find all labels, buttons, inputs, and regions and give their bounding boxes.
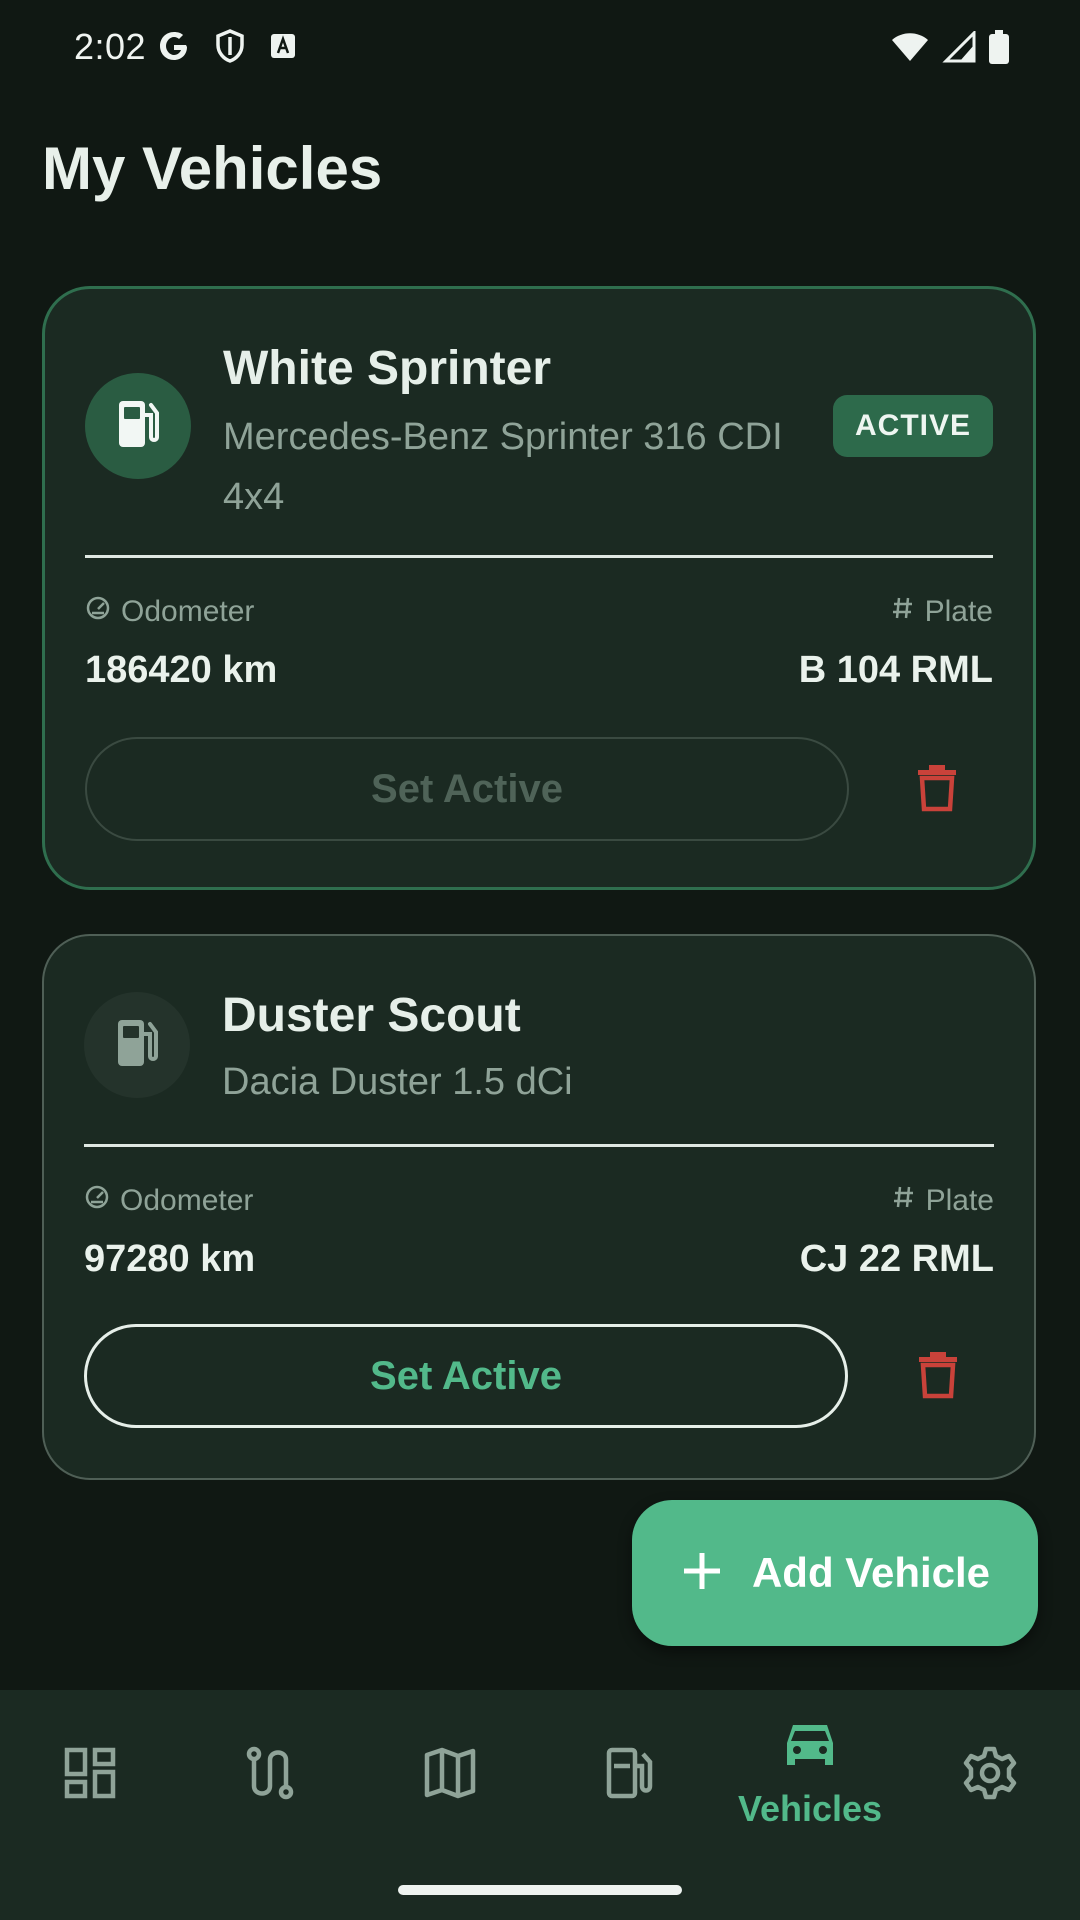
odometer-value: 97280 km: [84, 1238, 256, 1280]
nav-item-fuel[interactable]: [540, 1690, 720, 1860]
plate-label: Plate: [892, 1184, 994, 1218]
speedometer-icon: [85, 595, 111, 629]
hash-icon: [892, 1184, 916, 1218]
plus-icon: [680, 1549, 724, 1598]
divider: [84, 1144, 994, 1147]
odometer-value: 186420 km: [85, 649, 278, 691]
vehicle-avatar: [85, 373, 191, 479]
settings-icon: [963, 1746, 1017, 1805]
status-time: 2:02: [74, 26, 147, 67]
plate-label: Plate: [891, 595, 993, 629]
map-icon: [424, 1747, 476, 1804]
divider: [85, 555, 993, 558]
vehicle-avatar: [84, 992, 190, 1098]
nav-item-map[interactable]: [360, 1690, 540, 1860]
add-vehicle-button[interactable]: Add Vehicle: [632, 1500, 1038, 1646]
plate-value: CJ 22 RML: [799, 1238, 994, 1280]
home-indicator: [398, 1885, 682, 1895]
odometer-label: Odometer: [85, 595, 254, 629]
vehicle-name: Duster Scout: [222, 989, 521, 1042]
car-icon: [783, 1721, 837, 1774]
keyboard-a-icon: [268, 31, 298, 66]
google-icon: [156, 28, 192, 69]
active-badge: ACTIVE: [832, 395, 993, 457]
nav-item-settings[interactable]: [900, 1690, 1080, 1860]
vehicle-card-duster-scout[interactable]: Duster Scout Dacia Duster 1.5 dCi Odomet…: [42, 934, 1036, 1480]
nav-item-vehicles[interactable]: Vehicles: [720, 1690, 900, 1860]
plate-value: B 104 RML: [798, 649, 993, 691]
delete-vehicle-button[interactable]: [907, 759, 967, 819]
page-title: My Vehicles: [42, 135, 383, 202]
nav-item-dashboard[interactable]: [0, 1690, 180, 1860]
nav-item-routes[interactable]: [180, 1690, 360, 1860]
set-active-button[interactable]: Set Active: [84, 1324, 848, 1428]
hash-icon: [891, 595, 915, 629]
add-vehicle-label: Add Vehicle: [751, 1549, 991, 1596]
route-icon: [244, 1746, 296, 1805]
shield-icon: [214, 28, 246, 69]
dashboard-icon: [64, 1747, 116, 1804]
odometer-label: Odometer: [84, 1184, 253, 1218]
speedometer-icon: [84, 1184, 110, 1218]
nav-label-vehicles: Vehicles: [737, 1787, 883, 1829]
fuel-pump-icon: [113, 397, 163, 456]
fuel-pump-icon: [112, 1016, 162, 1075]
trash-icon: [915, 762, 959, 817]
fuel-icon: [605, 1746, 655, 1805]
status-bar: 2:02: [0, 0, 1080, 96]
wifi-icon: [890, 31, 930, 68]
trash-icon: [916, 1349, 960, 1404]
vehicle-model: Dacia Duster 1.5 dCi: [222, 1061, 573, 1103]
delete-vehicle-button[interactable]: [908, 1346, 968, 1406]
set-active-button[interactable]: Set Active: [85, 737, 849, 841]
vehicle-name: White Sprinter: [223, 342, 552, 395]
vehicle-model: Mercedes-Benz Sprinter 316 CDI 4x4: [223, 416, 783, 518]
vehicle-card-white-sprinter[interactable]: White Sprinter Mercedes-Benz Sprinter 31…: [42, 286, 1036, 890]
battery-icon: [988, 30, 1010, 69]
signal-icon: [942, 29, 976, 68]
